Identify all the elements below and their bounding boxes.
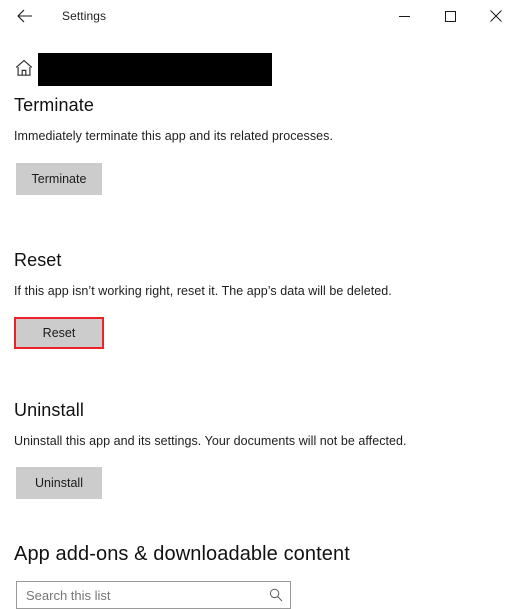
window-title: Settings <box>62 9 107 23</box>
section-heading-terminate: Terminate <box>14 95 94 115</box>
maximize-button[interactable] <box>427 0 473 32</box>
minimize-button[interactable] <box>381 0 427 32</box>
section-uninstall: Uninstall Uninstall this app and its set… <box>0 398 519 499</box>
section-description-terminate: Immediately terminate this app and its r… <box>14 129 333 143</box>
minimize-icon <box>398 11 410 22</box>
close-icon <box>490 10 502 22</box>
section-description-uninstall: Uninstall this app and its settings. You… <box>14 434 407 448</box>
section-terminate: Terminate Immediately terminate this app… <box>0 87 519 195</box>
home-icon[interactable] <box>14 58 34 78</box>
section-heading-uninstall: Uninstall <box>14 400 84 420</box>
settings-content: Terminate Immediately terminate this app… <box>0 87 519 609</box>
uninstall-button[interactable]: Uninstall <box>16 467 102 499</box>
terminate-button[interactable]: Terminate <box>16 163 102 195</box>
close-button[interactable] <box>473 0 519 32</box>
maximize-icon <box>444 10 456 22</box>
section-app-addons: App add-ons & downloadable content <box>0 541 519 609</box>
page-header <box>0 53 519 87</box>
section-description-reset: If this app isn’t working right, reset i… <box>14 284 392 298</box>
reset-button-highlight: Reset <box>14 317 104 349</box>
back-button[interactable] <box>8 0 42 32</box>
section-heading-app-addons: App add-ons & downloadable content <box>14 543 350 565</box>
window-controls <box>381 0 519 32</box>
reset-button[interactable]: Reset <box>16 319 102 347</box>
search-box[interactable] <box>16 581 291 609</box>
redacted-app-name <box>38 53 272 86</box>
search-input[interactable] <box>17 582 262 608</box>
section-reset: Reset If this app isn’t working right, r… <box>0 248 519 349</box>
search-icon[interactable] <box>268 587 284 603</box>
back-arrow-icon <box>17 9 33 23</box>
section-heading-reset: Reset <box>14 250 62 270</box>
title-bar: Settings <box>0 0 519 32</box>
